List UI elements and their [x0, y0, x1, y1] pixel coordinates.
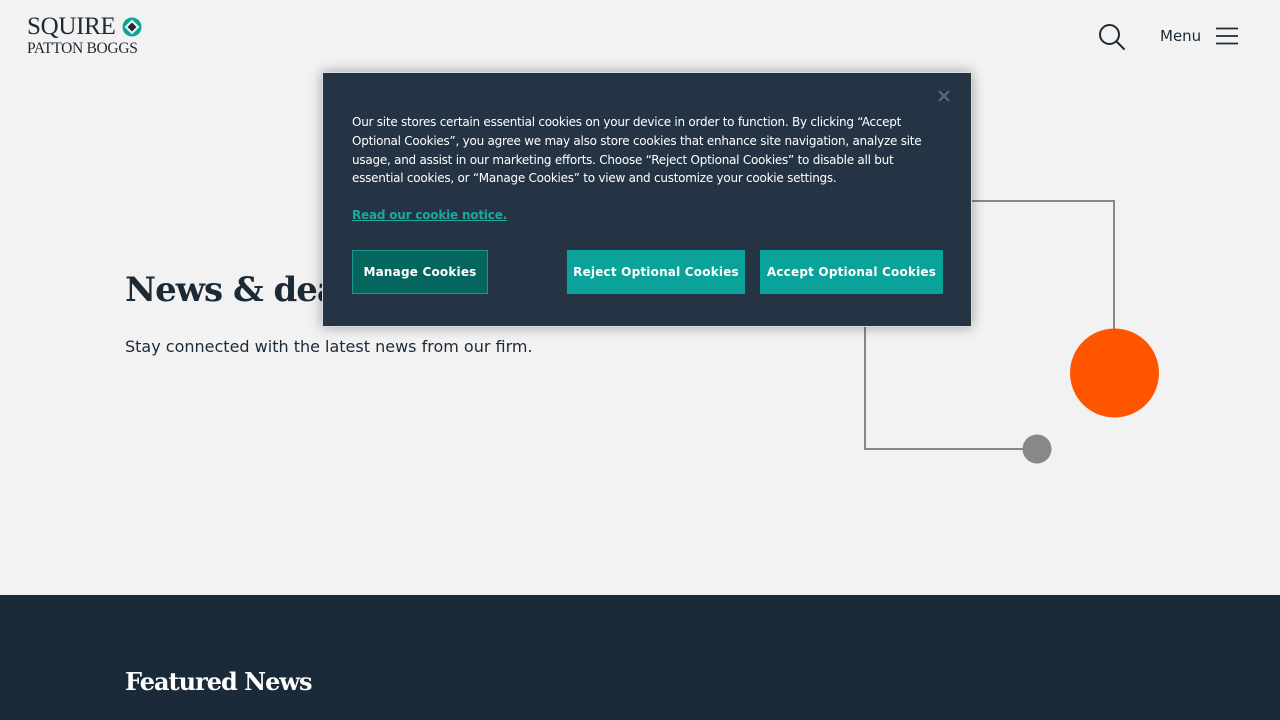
- accept-optional-cookies-button[interactable]: Accept Optional Cookies: [760, 250, 943, 294]
- cookie-close-button[interactable]: [935, 87, 953, 105]
- cookie-notice-link[interactable]: Read our cookie notice.: [352, 208, 507, 222]
- page-subtitle: Stay connected with the latest news from…: [125, 337, 533, 356]
- logo-mark-icon: [122, 17, 142, 37]
- logo-wordmark-top: SQUIRE: [27, 13, 116, 40]
- cookie-consent-banner: Our site stores certain essential cookie…: [322, 72, 972, 327]
- menu-label: Menu: [1160, 27, 1202, 45]
- graphic-gray-dot: [1022, 434, 1052, 464]
- hamburger-icon: [1216, 27, 1238, 45]
- graphic-line-top: [970, 200, 1115, 330]
- site-logo[interactable]: SQUIRE PATTON BOGGS: [27, 14, 147, 58]
- reject-optional-cookies-button[interactable]: Reject Optional Cookies: [567, 250, 745, 294]
- logo-wordmark-bottom: PATTON BOGGS: [27, 40, 138, 57]
- graphic-line-bottom: [864, 325, 1036, 450]
- featured-news-title: Featured News: [125, 667, 313, 696]
- graphic-orange-circle: [1070, 328, 1159, 418]
- close-icon: [938, 90, 950, 102]
- manage-cookies-button[interactable]: Manage Cookies: [352, 250, 488, 294]
- search-icon: [1099, 24, 1125, 50]
- cookie-description: Our site stores certain essential cookie…: [352, 115, 922, 186]
- search-button[interactable]: [1097, 22, 1127, 52]
- menu-button[interactable]: Menu: [1160, 24, 1240, 48]
- featured-news-section: Featured News: [0, 595, 1280, 720]
